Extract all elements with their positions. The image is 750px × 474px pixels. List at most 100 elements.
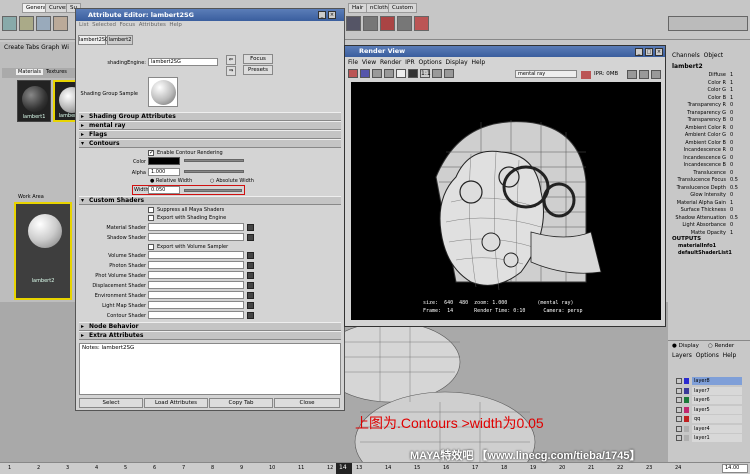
channel-row[interactable]: Translucence Focus 0.5 [668, 177, 750, 184]
channel-value[interactable]: 1 [730, 72, 733, 79]
environment-shader-field[interactable] [148, 291, 244, 299]
menu-help[interactable]: Help [169, 22, 182, 28]
attr-title-bar[interactable]: Attribute Editor: lambert2SG [76, 9, 344, 21]
tab-lambert2[interactable]: lambert2 [107, 35, 133, 45]
light-map-shader-field[interactable] [148, 301, 244, 309]
render-settings-icon[interactable] [627, 70, 637, 79]
channel-row[interactable]: Diffuse 1 [668, 72, 750, 79]
input-connection-icon[interactable]: ⇐ [226, 55, 236, 65]
menu-options[interactable]: Options [419, 59, 442, 66]
time-slider[interactable]: 1 2 3 4 5 6 7 8 9 10 11 12 13 14 15 16 17 18 19 20 21 22 23 24 … [0, 462, 750, 474]
work-area-swatch[interactable]: lambert2 [14, 202, 72, 300]
shelf-icon-3[interactable] [36, 16, 51, 31]
menu-ipr[interactable]: IPR [405, 59, 415, 66]
export-engine-checkbox[interactable] [148, 215, 154, 221]
channel-value[interactable]: 1 [730, 95, 733, 102]
current-time-field[interactable]: 14.00 [722, 464, 748, 473]
shadow-shader-field[interactable] [148, 233, 244, 241]
layer-row[interactable]: layer1 [676, 434, 746, 442]
channel-value[interactable]: 0 [730, 155, 733, 162]
menu-channels[interactable]: Channels [672, 52, 700, 59]
menu-file[interactable]: File [348, 59, 358, 66]
channel-value[interactable]: 0.5 [730, 185, 738, 192]
volume-shader-field[interactable] [148, 251, 244, 259]
channel-row[interactable]: Incandescence R 0 [668, 147, 750, 154]
channel-row[interactable]: Material Alpha Gain 1 [668, 200, 750, 207]
photon-volume-shader-field[interactable] [148, 271, 244, 279]
ipr-icon[interactable] [360, 69, 370, 78]
minimize-button[interactable]: _ [635, 48, 643, 56]
swatch-lambert1[interactable]: lambert1 [17, 80, 51, 122]
menu-tabs[interactable]: Tabs [26, 44, 39, 51]
presets-button[interactable]: Presets [243, 65, 273, 75]
channel-value[interactable]: 1 [730, 200, 733, 207]
layer-name[interactable]: layer5 [692, 405, 742, 414]
menu-focus[interactable]: Focus [119, 22, 135, 28]
alpha-icon[interactable] [408, 69, 418, 78]
map-button-icon[interactable] [247, 224, 254, 231]
layer-visibility-checkbox[interactable] [676, 435, 682, 441]
shelf-icon-5[interactable] [346, 16, 361, 31]
shelf-tab-hair[interactable]: Hair [348, 3, 368, 13]
layer-name[interactable]: layer8 [692, 377, 742, 385]
contour-shader-field[interactable] [148, 311, 244, 319]
close-button[interactable]: × [655, 48, 663, 56]
tab-textures[interactable]: Textures [44, 69, 69, 75]
menu-selected[interactable]: Selected [92, 22, 116, 28]
channel-row[interactable]: Surface Thickness 0 [668, 207, 750, 214]
relative-width-radio[interactable]: ● Relative Width [150, 178, 192, 184]
layer-row[interactable]: layer4 [676, 424, 746, 433]
shelf-tab-custom[interactable]: Custom [388, 3, 418, 13]
section-node-behavior[interactable]: Node Behavior [79, 322, 341, 331]
map-button-icon[interactable] [247, 234, 254, 241]
layer-row[interactable]: qq [676, 415, 746, 423]
channel-row[interactable]: Light Absorbance 0 [668, 222, 750, 229]
channel-value[interactable]: 0 [730, 125, 733, 132]
output-node-1[interactable]: materialInfo1 [678, 243, 716, 249]
section-flags[interactable]: Flags [79, 130, 341, 139]
maximize-button[interactable]: □ [645, 48, 653, 56]
render-extra-icon[interactable] [651, 70, 661, 79]
channel-value[interactable]: 0 [730, 110, 733, 117]
channel-value[interactable]: 1 [730, 80, 733, 87]
menu-object[interactable]: Object [704, 52, 724, 59]
layer-visibility-checkbox[interactable] [676, 425, 682, 432]
channel-value[interactable]: 0 [730, 170, 733, 177]
render-title-bar[interactable]: Render View [345, 46, 665, 57]
layer-name[interactable]: layer4 [692, 424, 742, 433]
displacement-shader-field[interactable] [148, 281, 244, 289]
channel-row[interactable]: Color R 1 [668, 80, 750, 87]
remove-image-icon[interactable] [444, 69, 454, 78]
channel-value[interactable]: 0 [730, 132, 733, 139]
render-globals-icon[interactable] [639, 70, 649, 79]
color-slider[interactable] [184, 159, 244, 162]
output-connection-icon[interactable]: ⇒ [226, 66, 236, 76]
focus-button[interactable]: Focus [243, 54, 273, 64]
map-button-icon[interactable] [247, 272, 254, 279]
map-button-icon[interactable] [247, 282, 254, 289]
menu-render[interactable]: Render [380, 59, 401, 66]
menu-options[interactable]: Options [696, 352, 719, 359]
channel-value[interactable]: 0 [730, 207, 733, 214]
layer-visibility-checkbox[interactable] [676, 387, 682, 394]
channel-row[interactable]: Translucence 0 [668, 170, 750, 177]
render-radio[interactable]: ○ Render [708, 343, 734, 349]
menu-attributes[interactable]: Attributes [139, 22, 166, 28]
layer-visibility-checkbox[interactable] [676, 378, 682, 384]
status-line-icons[interactable] [668, 16, 748, 31]
minimize-button[interactable]: _ [318, 11, 326, 19]
layer-name[interactable]: qq [692, 415, 742, 423]
width-field[interactable]: 0.050 [148, 186, 180, 194]
menu-help[interactable]: Help [471, 59, 485, 66]
menu-list[interactable]: List [79, 22, 89, 28]
enable-contour-checkbox[interactable] [148, 149, 154, 156]
layer-row[interactable]: layer6 [676, 396, 746, 404]
menu-display[interactable]: Display [446, 59, 468, 66]
render-icon[interactable] [348, 69, 358, 78]
render-image[interactable]: size: 640 480 zoom: 1.000 (mental ray) F… [351, 82, 661, 320]
channel-value[interactable]: 1 [730, 87, 733, 94]
current-frame-marker[interactable]: 14 [336, 463, 352, 474]
stop-icon[interactable] [581, 71, 591, 79]
channel-value[interactable]: 1 [730, 230, 733, 237]
layer-row[interactable]: layer8 [676, 377, 746, 385]
